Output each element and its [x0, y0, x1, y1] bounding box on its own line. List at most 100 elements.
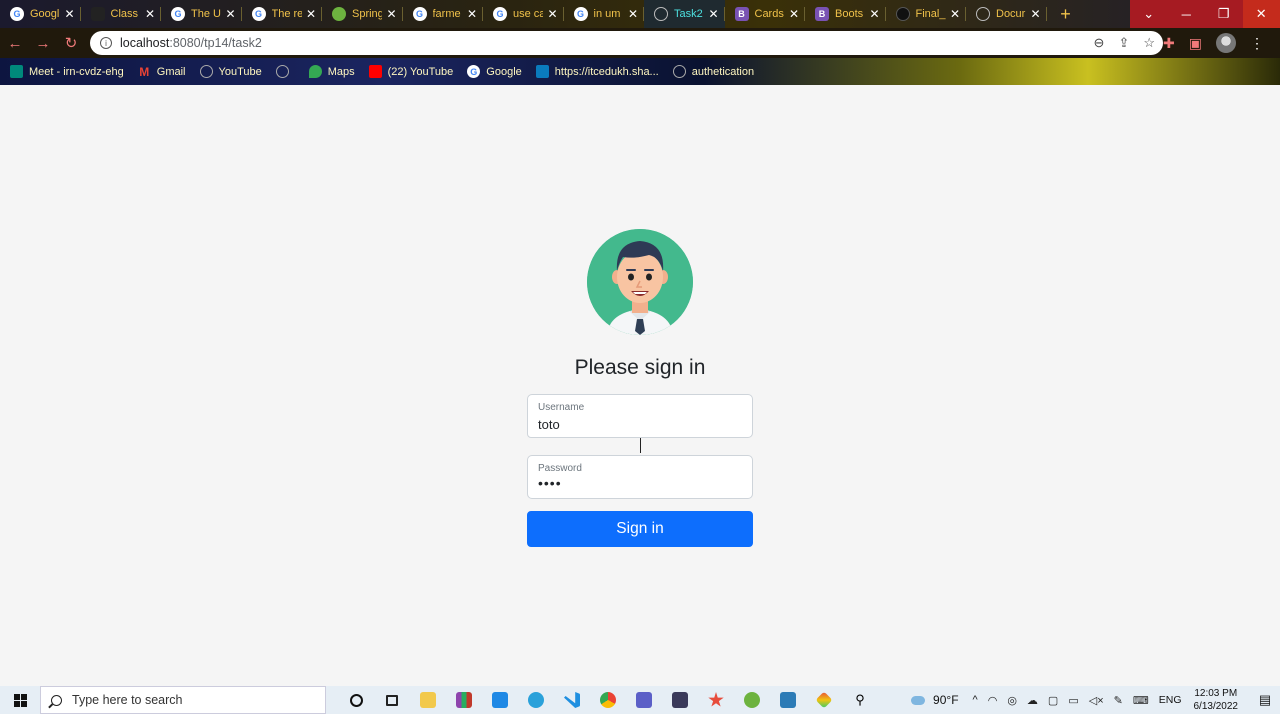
new-tab-button[interactable]: + [1051, 4, 1081, 25]
username-input[interactable]: toto [538, 417, 742, 432]
bookmark-google[interactable]: G Google [467, 65, 522, 78]
bookmark-label: Maps [327, 65, 355, 78]
password-input[interactable]: •••• [538, 475, 742, 491]
bookmark-star-icon[interactable]: ☆ [1143, 35, 1155, 51]
bookmark-meet[interactable]: Meet - irn-cvdz-ehg [10, 65, 124, 78]
teams-icon [636, 692, 652, 708]
app-button[interactable] [662, 686, 698, 714]
google-icon: G [251, 7, 266, 21]
app-button[interactable] [482, 686, 518, 714]
bookmark-label: YouTube [218, 65, 262, 78]
minimize-button[interactable]: ─ [1167, 0, 1205, 28]
zoom-icon[interactable]: ⊖ [1094, 35, 1105, 51]
bookmark-authentication[interactable]: authetication [672, 65, 754, 78]
close-tab-icon[interactable]: ✕ [467, 7, 477, 21]
spring-tools-button[interactable] [734, 686, 770, 714]
people-button[interactable]: ⚲ [842, 686, 878, 714]
close-tab-icon[interactable]: ✕ [386, 7, 396, 21]
bookmark-youtube[interactable]: YouTube [199, 65, 262, 78]
tab-search-chevron-icon[interactable]: ⌄ [1130, 0, 1168, 28]
browser-tab[interactable]: Final_ ✕ [886, 0, 967, 28]
close-tab-icon[interactable]: ✕ [1030, 7, 1040, 21]
browser-tab-active[interactable]: Task2 ✕ [644, 0, 725, 28]
wifi-icon[interactable]: ◠ [988, 694, 998, 707]
battery-icon[interactable]: ▭ [1068, 694, 1078, 707]
address-bar[interactable]: i localhost:8080/tp14/task2 ⊖ ⇪ ☆ [90, 31, 1163, 55]
close-tab-icon[interactable]: ✕ [950, 7, 960, 21]
profile-avatar[interactable] [1216, 33, 1236, 53]
close-tab-icon[interactable]: ✕ [547, 7, 557, 21]
browser-tab[interactable]: G The U ✕ [161, 0, 242, 28]
sign-in-button[interactable]: Sign in [527, 511, 753, 547]
git-button[interactable] [806, 686, 842, 714]
username-label: Username [538, 402, 585, 413]
text-cursor [640, 438, 641, 453]
bookmark-maps[interactable]: Maps [308, 65, 355, 78]
file-explorer-button[interactable] [410, 686, 446, 714]
menu-kebab-icon[interactable]: ⋮ [1250, 35, 1264, 52]
notification-icon[interactable]: ▤ [1250, 692, 1280, 708]
reload-icon[interactable]: ↻ [58, 34, 84, 52]
volume-mute-icon[interactable]: ◁× [1089, 694, 1104, 707]
restore-button[interactable]: ❐ [1205, 0, 1243, 28]
forward-arrow-icon[interactable]: → [30, 35, 56, 52]
cloud-icon [911, 695, 926, 705]
onedrive-icon[interactable]: ☁ [1027, 694, 1038, 707]
close-tab-icon[interactable]: ✕ [306, 7, 316, 21]
bookmark-youtube-22[interactable]: (22) YouTube [368, 65, 453, 78]
chrome-button[interactable] [590, 686, 626, 714]
app-button[interactable] [698, 686, 734, 714]
weather-widget[interactable]: 90°F [911, 693, 959, 707]
window-controls: ⌄ ─ ❐ ✕ [1130, 0, 1280, 28]
password-field[interactable]: Password •••• [527, 455, 753, 499]
browser-tab[interactable]: B Boots ✕ [805, 0, 886, 28]
bookmark-label: Meet - irn-cvdz-ehg [29, 65, 124, 78]
winrar-button[interactable] [446, 686, 482, 714]
bookmark-gmail[interactable]: M Gmail [138, 65, 185, 79]
taskbar-search[interactable]: Type here to search [40, 686, 326, 714]
browser-tab[interactable]: Class ✕ [81, 0, 162, 28]
cortana-icon [349, 693, 363, 707]
telegram-button[interactable] [518, 686, 554, 714]
extensions-puzzle-icon[interactable]: ✚ [1163, 35, 1175, 52]
meet-now-icon[interactable]: ▢ [1048, 694, 1058, 707]
photos-button[interactable] [770, 686, 806, 714]
close-tab-icon[interactable]: ✕ [64, 7, 74, 21]
browser-tab[interactable]: Spring ✕ [322, 0, 403, 28]
close-tab-icon[interactable]: ✕ [628, 7, 638, 21]
browser-tab[interactable]: Docur ✕ [966, 0, 1047, 28]
keyboard-icon[interactable]: ⌨ [1133, 694, 1149, 707]
bookmark-sharepoint[interactable]: https://itcedukh.sha... [535, 65, 659, 78]
browser-tab[interactable]: G The re ✕ [242, 0, 323, 28]
language-indicator[interactable]: ENG [1159, 694, 1182, 706]
clock[interactable]: 12:03 PM 6/13/2022 [1194, 687, 1239, 713]
close-tab-icon[interactable]: ✕ [789, 7, 799, 21]
browser-tab[interactable]: B Cards ✕ [725, 0, 806, 28]
pen-icon[interactable]: ✎ [1114, 694, 1123, 707]
close-tab-icon[interactable]: ✕ [869, 7, 879, 21]
browser-tab[interactable]: Guse ca ✕ [483, 0, 564, 28]
side-panel-icon[interactable]: ▣ [1189, 35, 1202, 52]
browser-tab[interactable]: Gin um ✕ [564, 0, 645, 28]
task-view-button[interactable] [374, 686, 410, 714]
site-info-icon[interactable]: i [100, 37, 112, 49]
browser-tab[interactable]: G Googl ✕ [0, 0, 81, 28]
close-tab-icon[interactable]: ✕ [225, 7, 235, 21]
teams-button[interactable] [626, 686, 662, 714]
chevron-up-icon[interactable]: ^ [973, 694, 978, 707]
back-arrow-icon[interactable]: ← [2, 35, 28, 52]
bookmark-untitled[interactable] [275, 65, 295, 78]
tab-label: Class [110, 8, 139, 20]
tray-icons: ^ ◠ ◎ ☁ ▢ ▭ ◁× ✎ ⌨ [973, 694, 1149, 707]
share-icon[interactable]: ⇪ [1118, 35, 1129, 51]
vscode-button[interactable] [554, 686, 590, 714]
location-icon[interactable]: ◎ [1007, 694, 1017, 707]
close-tab-icon[interactable]: ✕ [708, 7, 718, 21]
browser-toolbar: ← → ↻ i localhost:8080/tp14/task2 ⊖ ⇪ ☆ … [0, 28, 1280, 58]
start-button[interactable] [0, 693, 40, 707]
username-field[interactable]: Username toto [527, 394, 753, 438]
cortana-button[interactable] [338, 686, 374, 714]
close-tab-icon[interactable]: ✕ [145, 7, 155, 21]
close-window-button[interactable]: ✕ [1242, 0, 1280, 28]
browser-tab[interactable]: Gfarme ✕ [403, 0, 484, 28]
